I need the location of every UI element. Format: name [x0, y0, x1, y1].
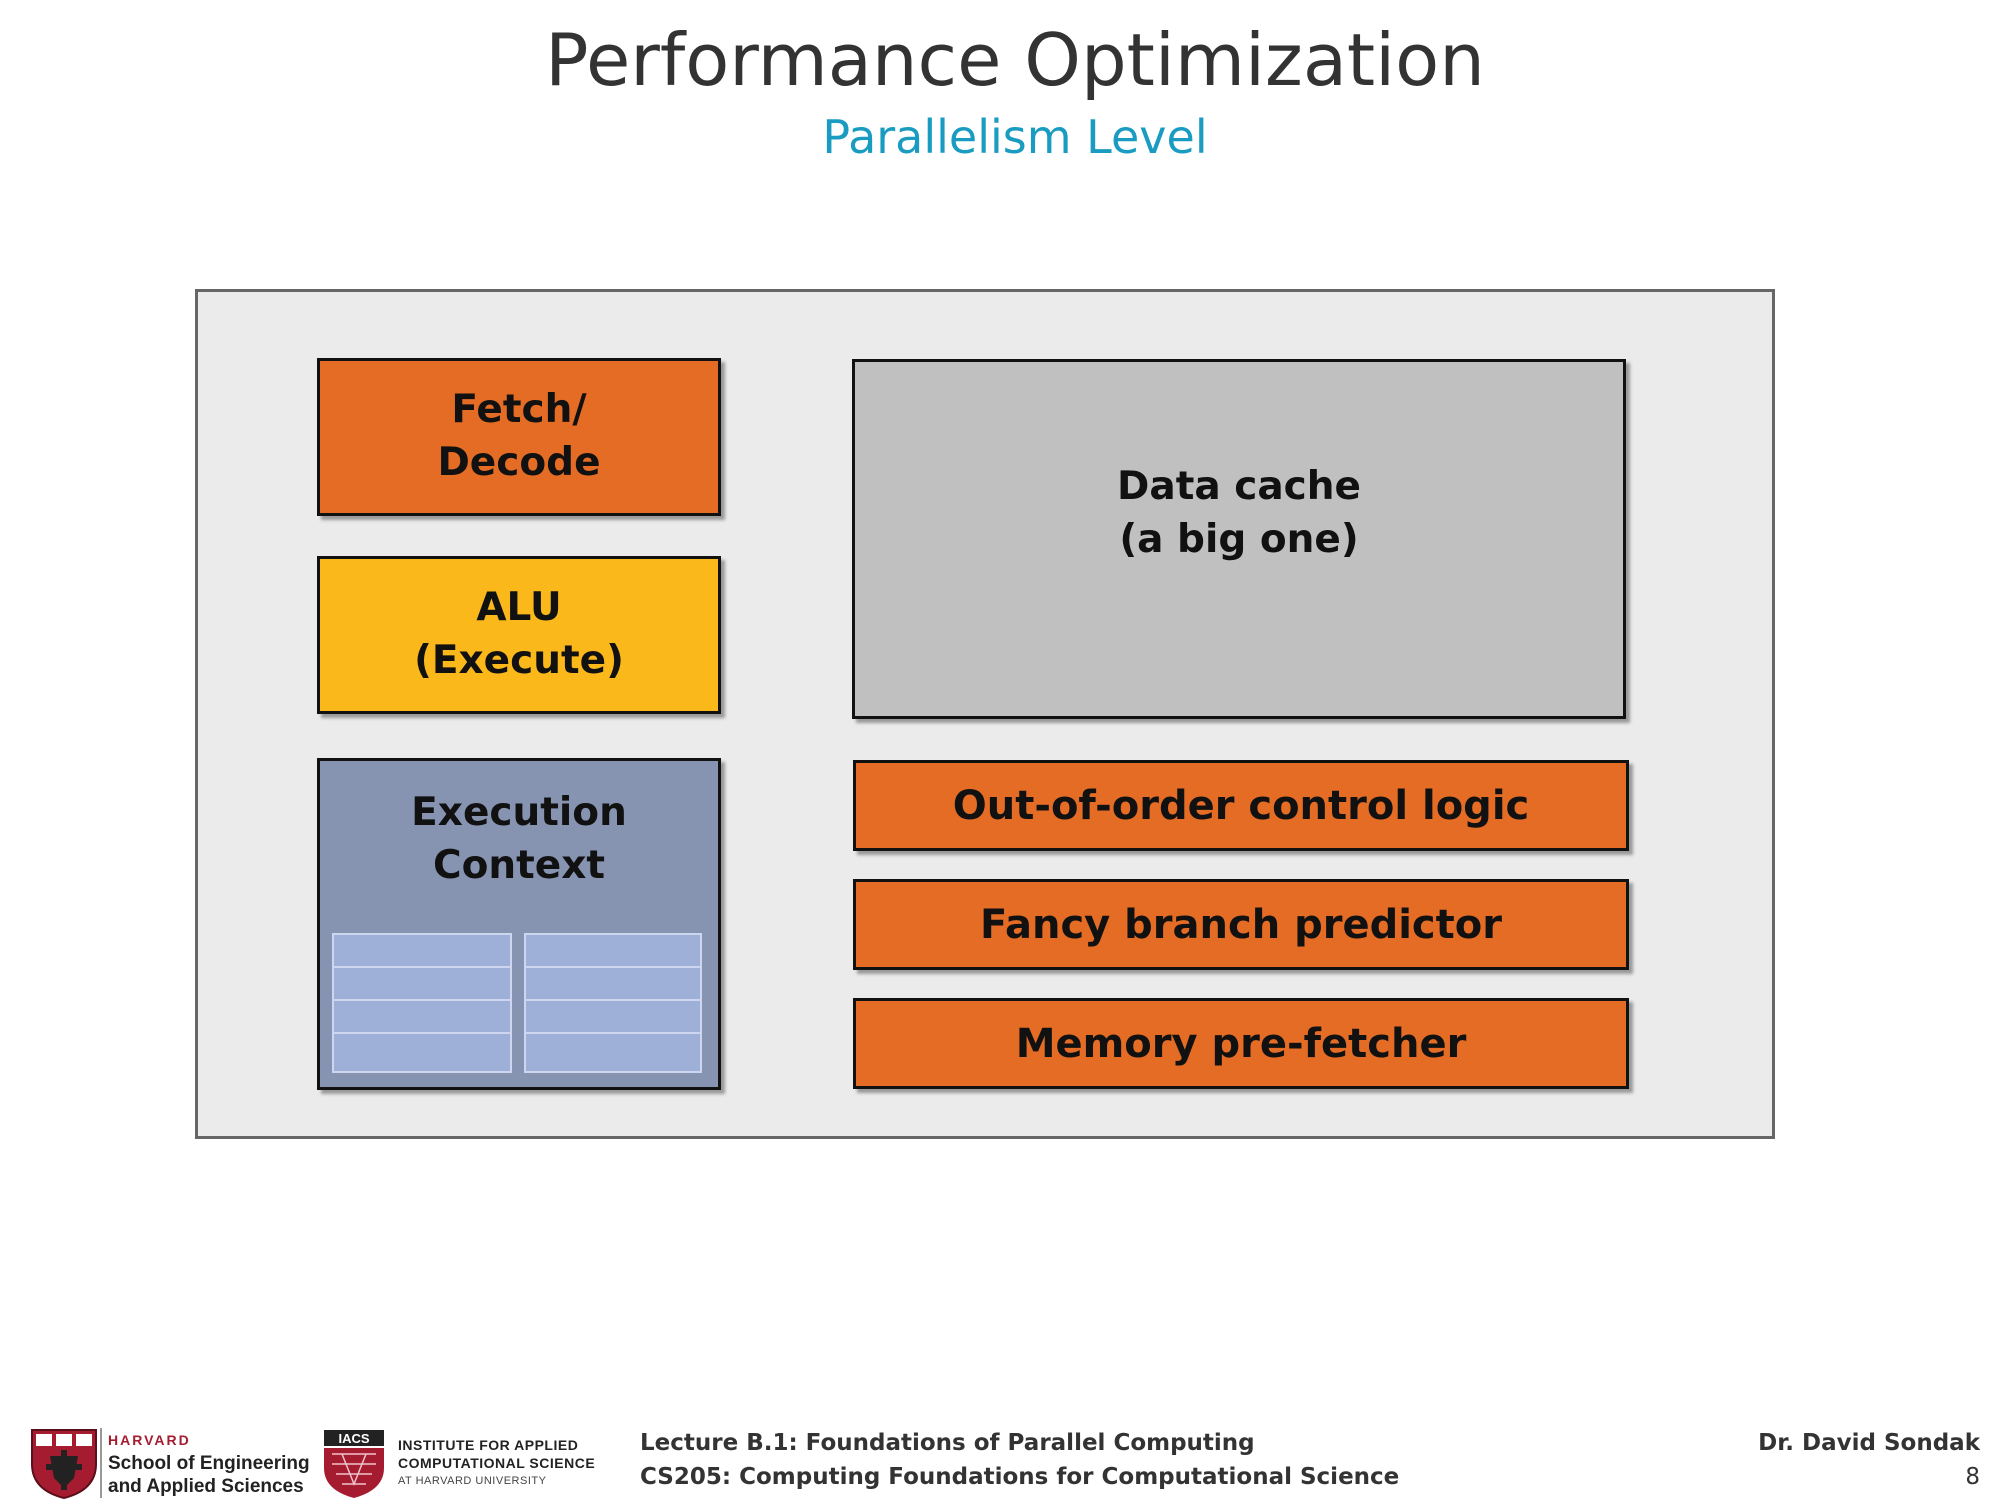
iacs-name-line-1: INSTITUTE FOR APPLIED [398, 1437, 579, 1453]
slide-title: Performance Optimization [545, 18, 1485, 102]
memory-prefetcher-label: Memory pre-fetcher [1015, 1020, 1467, 1067]
alu-label-1: ALU [476, 585, 562, 631]
author-name: Dr. David Sondak [1758, 1430, 1980, 1456]
register-row [334, 1034, 510, 1067]
fetch-decode-label-2: Decode [437, 440, 601, 485]
iacs-name-line-3: AT HARVARD UNIVERSITY [398, 1475, 547, 1487]
branch-predictor-label: Fancy branch predictor [980, 901, 1502, 948]
harvard-shield-icon [31, 1429, 97, 1500]
ooo-control-logic-label: Out-of-order control logic [952, 782, 1530, 829]
register-row [526, 1001, 700, 1034]
data-cache-label-1: Data cache [1117, 464, 1361, 510]
course-title: CS205: Computing Foundations for Computa… [640, 1464, 1400, 1490]
execution-context-label-1: Execution [411, 790, 627, 835]
data-cache-block: Data cache (a big one) [852, 359, 1626, 719]
alu-block: ALU (Execute) [317, 556, 721, 714]
register-file-left [332, 933, 512, 1073]
lecture-title: Lecture B.1: Foundations of Parallel Com… [640, 1430, 1255, 1456]
branch-predictor-block: Fancy branch predictor [853, 879, 1629, 970]
iacs-abbrev: IACS [338, 1431, 369, 1446]
page-number: 8 [1965, 1464, 1980, 1490]
alu-label-2: (Execute) [414, 638, 624, 683]
logo-divider [100, 1428, 102, 1498]
memory-prefetcher-block: Memory pre-fetcher [853, 998, 1629, 1089]
slide-subtitle: Parallelism Level [822, 110, 1208, 164]
fetch-decode-block: Fetch/ Decode [317, 358, 721, 516]
register-row [526, 1034, 700, 1067]
register-row [334, 968, 510, 1001]
register-file-right [524, 933, 702, 1073]
fetch-decode-label-1: Fetch/ [451, 387, 587, 433]
register-row [334, 935, 510, 968]
ooo-control-logic-block: Out-of-order control logic [853, 760, 1629, 851]
iacs-shield-icon: IACS [324, 1430, 384, 1498]
harvard-wordmark: HARVARD [108, 1432, 191, 1448]
register-row [526, 935, 700, 968]
seas-name-line-2: and Applied Sciences [108, 1476, 304, 1497]
register-row [526, 968, 700, 1001]
data-cache-label-2: (a big one) [1119, 517, 1359, 562]
register-row [334, 1001, 510, 1034]
execution-context-label-2: Context [432, 842, 606, 888]
iacs-name-line-2: COMPUTATIONAL SCIENCE [398, 1455, 596, 1471]
seas-name-line-1: School of Engineering [108, 1453, 310, 1474]
